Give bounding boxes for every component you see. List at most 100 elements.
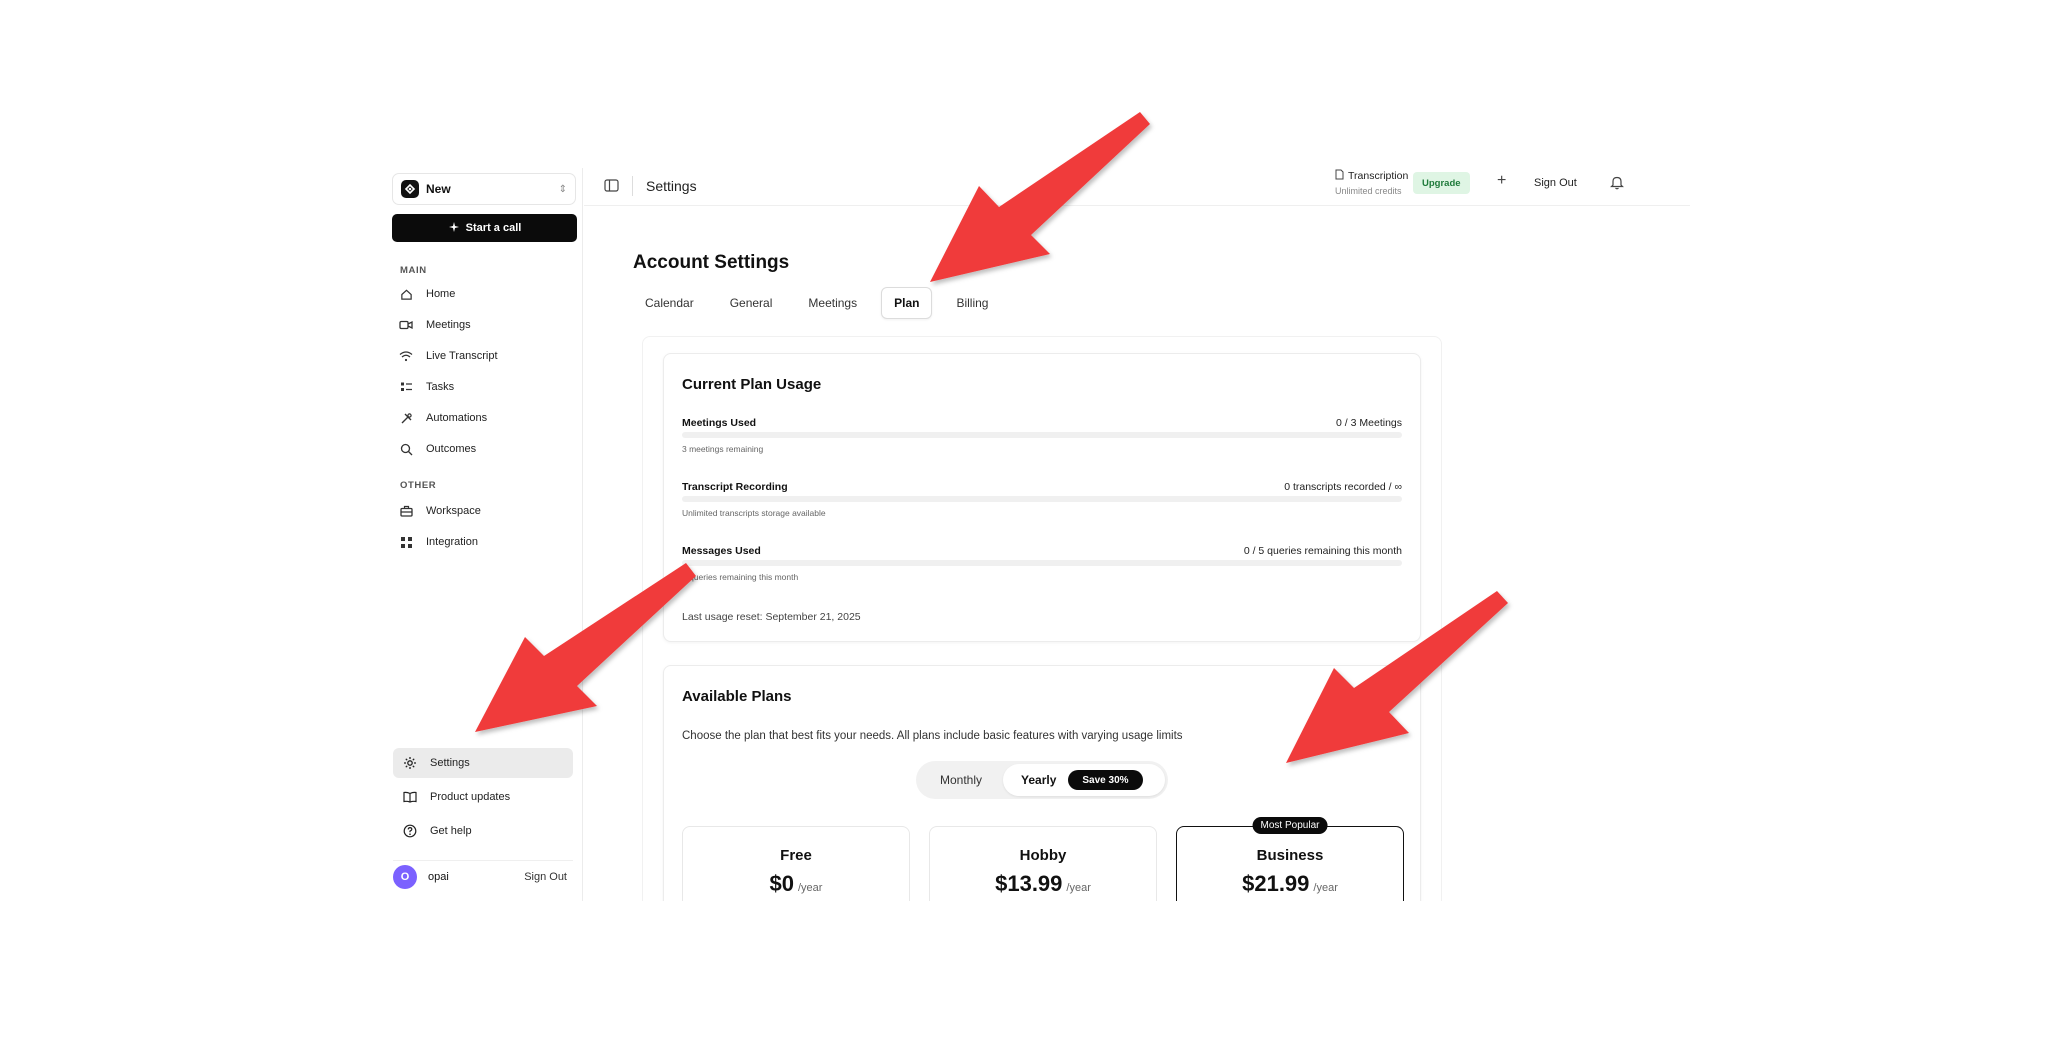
current-plan-usage-card: Current Plan Usage Meetings Used 0 / 3 M… [663, 353, 1421, 642]
plan-card-business[interactable]: Most Popular Business $21.99/year [1176, 817, 1404, 901]
plan-price: $13.99 [995, 871, 1063, 896]
topbar: Settings Transcription Unlimited credits… [584, 168, 1690, 206]
plan-price: $21.99 [1242, 871, 1310, 896]
available-plans-card: Available Plans Choose the plan that bes… [663, 665, 1421, 901]
plus-icon[interactable]: + [1497, 172, 1506, 190]
tab-billing[interactable]: Billing [944, 287, 1000, 319]
sparkle-icon [448, 221, 460, 236]
plans-description: Choose the plan that best fits your need… [682, 730, 1183, 742]
settings-tabs: Calendar General Meetings Plan Billing [633, 286, 1012, 320]
topbar-divider [632, 176, 633, 196]
document-icon [1335, 169, 1344, 184]
sidebar-item-label: Settings [430, 757, 470, 769]
sidebar-item-settings[interactable]: Settings [393, 748, 573, 778]
last-usage-reset: Last usage reset: September 21, 2025 [682, 611, 861, 623]
chevron-updown-icon: ⇕ [558, 183, 567, 195]
gear-icon [402, 755, 418, 771]
sidebar: New ⇕ Start a call MAIN Home Meetings Li… [388, 168, 583, 901]
wifi-icon [398, 348, 414, 364]
plan-price-row: $21.99/year [1177, 871, 1403, 897]
sidebar-item-automations[interactable]: Automations [398, 404, 576, 432]
sidebar-item-label: Workspace [426, 505, 481, 517]
plan-price: $0 [769, 871, 794, 896]
sidebar-item-label: Integration [426, 536, 478, 548]
app-window: New ⇕ Start a call MAIN Home Meetings Li… [388, 168, 1690, 901]
plan-card-hobby[interactable]: Hobby $13.99/year [929, 826, 1157, 901]
user-name: opai [428, 870, 449, 883]
plan-name: Business [1256, 847, 1324, 864]
usage-subtext: 5 queries remaining this month [682, 572, 799, 582]
page-title: Settings [646, 178, 697, 194]
upgrade-button[interactable]: Upgrade [1413, 172, 1470, 194]
sidebar-item-product-updates[interactable]: Product updates [393, 782, 573, 812]
usage-label: Meetings Used [682, 417, 757, 429]
most-popular-badge: Most Popular [1252, 817, 1328, 834]
usage-value: 0 / 3 Meetings [1336, 417, 1402, 429]
sidebar-sign-out-link[interactable]: Sign Out [524, 871, 567, 883]
tools-icon [398, 410, 414, 426]
workspace-switcher[interactable]: New ⇕ [392, 173, 576, 205]
plan-period: /year [1066, 882, 1091, 894]
usage-value: 0 transcripts recorded / ∞ [1284, 481, 1402, 493]
usage-subtext: 3 meetings remaining [682, 444, 764, 454]
plan-price-row: $0/year [683, 871, 909, 897]
tab-general[interactable]: General [718, 287, 785, 319]
start-call-label: Start a call [465, 222, 522, 234]
plan-price-row: $13.99/year [930, 871, 1156, 897]
transcription-credits[interactable]: Transcription Unlimited credits [1335, 169, 1408, 197]
account-settings-heading: Account Settings [633, 252, 790, 273]
usage-label: Transcript Recording [682, 481, 788, 493]
plan-card-free[interactable]: Free $0/year [682, 826, 910, 901]
sidebar-item-meetings[interactable]: Meetings [398, 311, 576, 339]
sidebar-item-live-transcript[interactable]: Live Transcript [398, 342, 576, 370]
transcription-credits-sub: Unlimited credits [1335, 186, 1402, 197]
usage-label: Messages Used [682, 545, 761, 557]
sidebar-item-outcomes[interactable]: Outcomes [398, 435, 576, 463]
video-icon [398, 317, 414, 333]
sidebar-item-integration[interactable]: Integration [398, 528, 576, 556]
tab-meetings[interactable]: Meetings [796, 287, 869, 319]
sidebar-item-home[interactable]: Home [398, 280, 576, 308]
billing-period-toggle: Monthly Yearly Save 30% [916, 761, 1168, 799]
sidebar-item-label: Get help [430, 825, 472, 837]
usage-progress-bar [682, 560, 1402, 566]
yearly-option[interactable]: Yearly Save 30% [1003, 764, 1165, 796]
sidebar-item-label: Product updates [430, 791, 511, 803]
tasks-icon [398, 379, 414, 395]
search-icon [398, 441, 414, 457]
sidebar-item-label: Meetings [426, 319, 471, 331]
sidebar-item-label: Outcomes [426, 443, 477, 455]
sidebar-item-label: Automations [426, 412, 488, 424]
usage-progress-bar [682, 432, 1402, 438]
usage-progress-bar [682, 496, 1402, 502]
home-icon [398, 286, 414, 302]
sidebar-item-label: Home [426, 288, 456, 300]
usage-subtext: Unlimited transcripts storage available [682, 508, 826, 518]
other-section-heading: OTHER [400, 480, 437, 491]
usage-value: 0 / 5 queries remaining this month [1243, 545, 1402, 557]
sidebar-item-get-help[interactable]: Get help [393, 816, 573, 846]
avatar[interactable]: O [393, 864, 417, 889]
bell-icon[interactable] [1610, 175, 1624, 195]
sidebar-item-tasks[interactable]: Tasks [398, 373, 576, 401]
toggle-sidebar-icon[interactable] [604, 179, 619, 197]
sidebar-item-label: Tasks [426, 381, 455, 393]
transcription-label: Transcription [1348, 170, 1409, 182]
sidebar-item-label: Live Transcript [426, 350, 498, 362]
monthly-option[interactable]: Monthly [919, 773, 1003, 787]
tab-plan[interactable]: Plan [881, 287, 933, 319]
sidebar-item-workspace[interactable]: Workspace [398, 497, 576, 525]
start-call-button[interactable]: Start a call [392, 214, 577, 242]
topbar-sign-out-button[interactable]: Sign Out [1534, 177, 1577, 189]
plan-period: /year [798, 882, 823, 894]
plans-card-title: Available Plans [682, 688, 792, 705]
user-row: O opai Sign Out [393, 860, 573, 890]
workspace-name: New [426, 182, 451, 196]
plan-name: Free [780, 847, 812, 864]
help-icon [402, 823, 418, 839]
plan-name: Hobby [1019, 847, 1067, 864]
tab-calendar[interactable]: Calendar [633, 287, 706, 319]
usage-card-title: Current Plan Usage [682, 376, 822, 393]
main-section-heading: MAIN [400, 265, 427, 276]
workspace-logo-icon [401, 180, 419, 198]
